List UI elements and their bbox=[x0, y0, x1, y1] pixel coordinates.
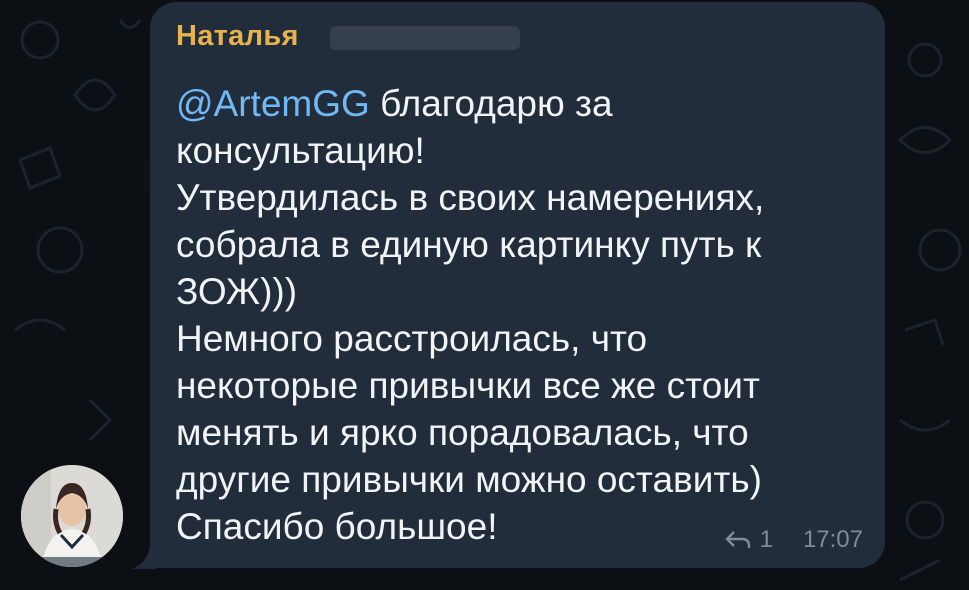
message-text: @ArtemGG благодарю за консультацию! Утве… bbox=[176, 80, 866, 550]
sender-avatar[interactable] bbox=[21, 465, 123, 567]
sender-name[interactable]: Наталья bbox=[176, 20, 299, 53]
message-meta: 1 17:07 bbox=[724, 526, 863, 554]
mention-link[interactable]: @ArtemGG bbox=[176, 83, 370, 124]
message-bubble[interactable]: Наталья @ArtemGG благодарю за консультац… bbox=[150, 2, 885, 568]
message-body: благодарю за консультацию! Утвердилась в… bbox=[176, 83, 765, 547]
message-time: 17:07 bbox=[802, 526, 863, 553]
redacted-surname bbox=[330, 26, 520, 50]
reply-count[interactable]: 1 bbox=[760, 526, 773, 554]
avatar-photo bbox=[21, 465, 123, 567]
reply-arrow-icon[interactable] bbox=[724, 529, 752, 551]
